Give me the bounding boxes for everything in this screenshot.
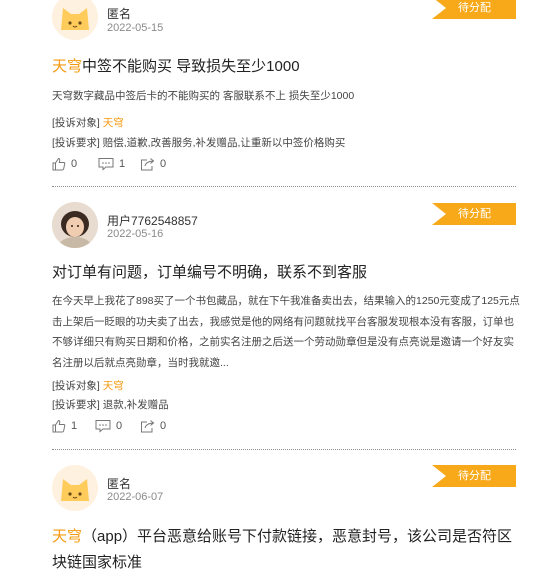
username[interactable]: 匿名 <box>107 5 131 22</box>
thumbs-up-icon <box>52 419 66 433</box>
complaint-target: [投诉对象] 天穹 <box>52 378 124 393</box>
demand-value: 赔偿,道歉,改善服务,补发赠品,让重新以中签价格购买 <box>102 137 346 149</box>
comment-icon <box>95 420 111 433</box>
title-brand: 天穹 <box>52 58 83 75</box>
cat-face-icon <box>52 465 98 511</box>
complaint-title[interactable]: 天穹中签不能购买 导致损失至少1000 <box>52 55 522 79</box>
like-stat[interactable]: 1 <box>52 419 77 433</box>
complaint-demand: [投诉要求] 退款,补发赠品 <box>52 397 169 412</box>
thumbs-up-icon <box>52 157 66 171</box>
divider <box>52 449 516 450</box>
like-stat[interactable]: 0 <box>52 157 77 171</box>
complaint-excerpt: 在今天早上我花了898买了一个书包藏品，就在下午我准备卖出去，结果输入的1250… <box>52 295 520 369</box>
share-count: 0 <box>160 420 167 432</box>
user-photo-icon <box>52 202 98 248</box>
status-badge: 待分配 <box>432 203 516 225</box>
complaint-target: [投诉对象] 天穹 <box>52 115 124 130</box>
share-icon <box>141 158 155 171</box>
status-badge: 待分配 <box>432 465 516 487</box>
complaint-title[interactable]: 天穹（app）平台恶意给账号下付款链接，恶意封号，该公司是否符区块链国家标准 <box>52 524 522 576</box>
share-stat[interactable]: 0 <box>140 157 166 171</box>
anonymous-avatar <box>52 465 98 511</box>
target-label: [投诉对象] <box>52 380 100 392</box>
comment-stat[interactable]: 0 <box>95 419 122 433</box>
comment-count: 1 <box>119 158 126 170</box>
share-count: 0 <box>160 158 167 170</box>
comment-icon <box>98 158 114 171</box>
comment-count: 0 <box>116 420 123 432</box>
username[interactable]: 用户7762548857 <box>107 212 198 229</box>
demand-label: [投诉要求] <box>52 137 100 149</box>
like-count: 1 <box>71 420 78 432</box>
demand-label: [投诉要求] <box>52 399 100 411</box>
anonymous-avatar <box>52 0 98 40</box>
target-value[interactable]: 天穹 <box>103 117 124 129</box>
title-text: （app）平台恶意给账号下付款链接，恶意封号，该公司是否符区块链国家标准 <box>52 528 513 571</box>
target-label: [投诉对象] <box>52 117 100 129</box>
post-date: 2022-05-16 <box>107 228 164 240</box>
comment-stat[interactable]: 1 <box>98 157 125 171</box>
share-icon <box>141 420 155 433</box>
title-brand: 天穹 <box>52 528 83 545</box>
complaint-card[interactable]: 匿名 2022-06-07 待分配 天穹（app）平台恶意给账号下付款链接，恶意… <box>0 455 539 574</box>
status-badge: 待分配 <box>432 0 516 19</box>
demand-value: 退款,补发赠品 <box>102 399 169 411</box>
title-text: 中签不能购买 导致损失至少1000 <box>82 58 300 75</box>
username[interactable]: 匿名 <box>107 475 131 492</box>
complaint-card[interactable]: 用户7762548857 2022-05-16 待分配 对订单有问题，订单编号不… <box>0 190 539 455</box>
complaint-demand: [投诉要求] 赔偿,道歉,改善服务,补发赠品,让重新以中签价格购买 <box>52 135 345 150</box>
divider <box>52 186 516 187</box>
like-count: 0 <box>71 158 78 170</box>
complaint-title[interactable]: 对订单有问题，订单编号不明确，联系不到客服 <box>52 261 522 285</box>
complaint-excerpt: 天穹数字藏品中签后卡的不能购买的 客服联系不上 损失至少1000 <box>52 90 355 102</box>
post-date: 2022-06-07 <box>107 491 164 503</box>
post-date: 2022-05-15 <box>107 22 164 34</box>
complaint-card[interactable]: 匿名 2022-05-15 待分配 天穹中签不能购买 导致损失至少1000 天穹… <box>0 0 539 190</box>
share-stat[interactable]: 0 <box>140 419 166 433</box>
cat-face-icon <box>52 0 98 40</box>
target-value[interactable]: 天穹 <box>103 380 124 392</box>
user-avatar[interactable] <box>52 202 98 248</box>
